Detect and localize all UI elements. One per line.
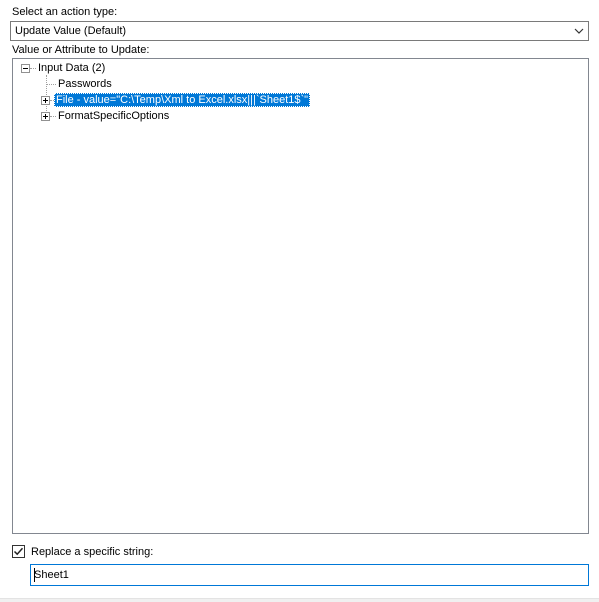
value-attribute-tree[interactable]: Input Data (2) Passwords File - value="C… bbox=[12, 58, 589, 534]
update-value-panel: Select an action type: Update Value (Def… bbox=[0, 0, 599, 602]
action-type-dropdown[interactable]: Update Value (Default) bbox=[10, 21, 589, 41]
tree-node-input-data[interactable]: Input Data (2) bbox=[21, 61, 221, 77]
bottom-divider bbox=[0, 598, 599, 602]
expand-icon[interactable] bbox=[41, 112, 50, 121]
tree-node-label: File - value="C:\Temp\Xml to Excel.xlsx|… bbox=[54, 93, 311, 107]
value-attribute-label: Value or Attribute to Update: bbox=[12, 44, 150, 56]
replace-string-checkbox[interactable] bbox=[12, 545, 25, 558]
replace-string-label[interactable]: Replace a specific string: bbox=[31, 545, 153, 559]
tree-node-label: Input Data (2) bbox=[38, 62, 106, 74]
replace-string-input[interactable]: Sheet1 bbox=[30, 564, 589, 586]
chevron-down-icon[interactable] bbox=[573, 25, 585, 37]
checkmark-icon bbox=[13, 547, 24, 556]
collapse-icon[interactable] bbox=[21, 64, 30, 73]
tree-node-label: Passwords bbox=[58, 78, 112, 90]
tree-connector bbox=[47, 84, 56, 85]
tree-node-label: FormatSpecificOptions bbox=[58, 110, 170, 122]
tree-node-file[interactable]: File - value="C:\Temp\Xml to Excel.xlsx|… bbox=[41, 93, 341, 109]
expand-icon[interactable] bbox=[41, 96, 50, 105]
tree-node-passwords[interactable]: Passwords bbox=[41, 77, 241, 93]
action-type-label: Select an action type: bbox=[12, 6, 118, 18]
action-type-selected-value: Update Value (Default) bbox=[15, 25, 127, 37]
text-caret bbox=[34, 568, 35, 582]
replace-string-value: Sheet1 bbox=[34, 569, 69, 581]
tree-node-format-specific-options[interactable]: FormatSpecificOptions bbox=[41, 109, 241, 125]
